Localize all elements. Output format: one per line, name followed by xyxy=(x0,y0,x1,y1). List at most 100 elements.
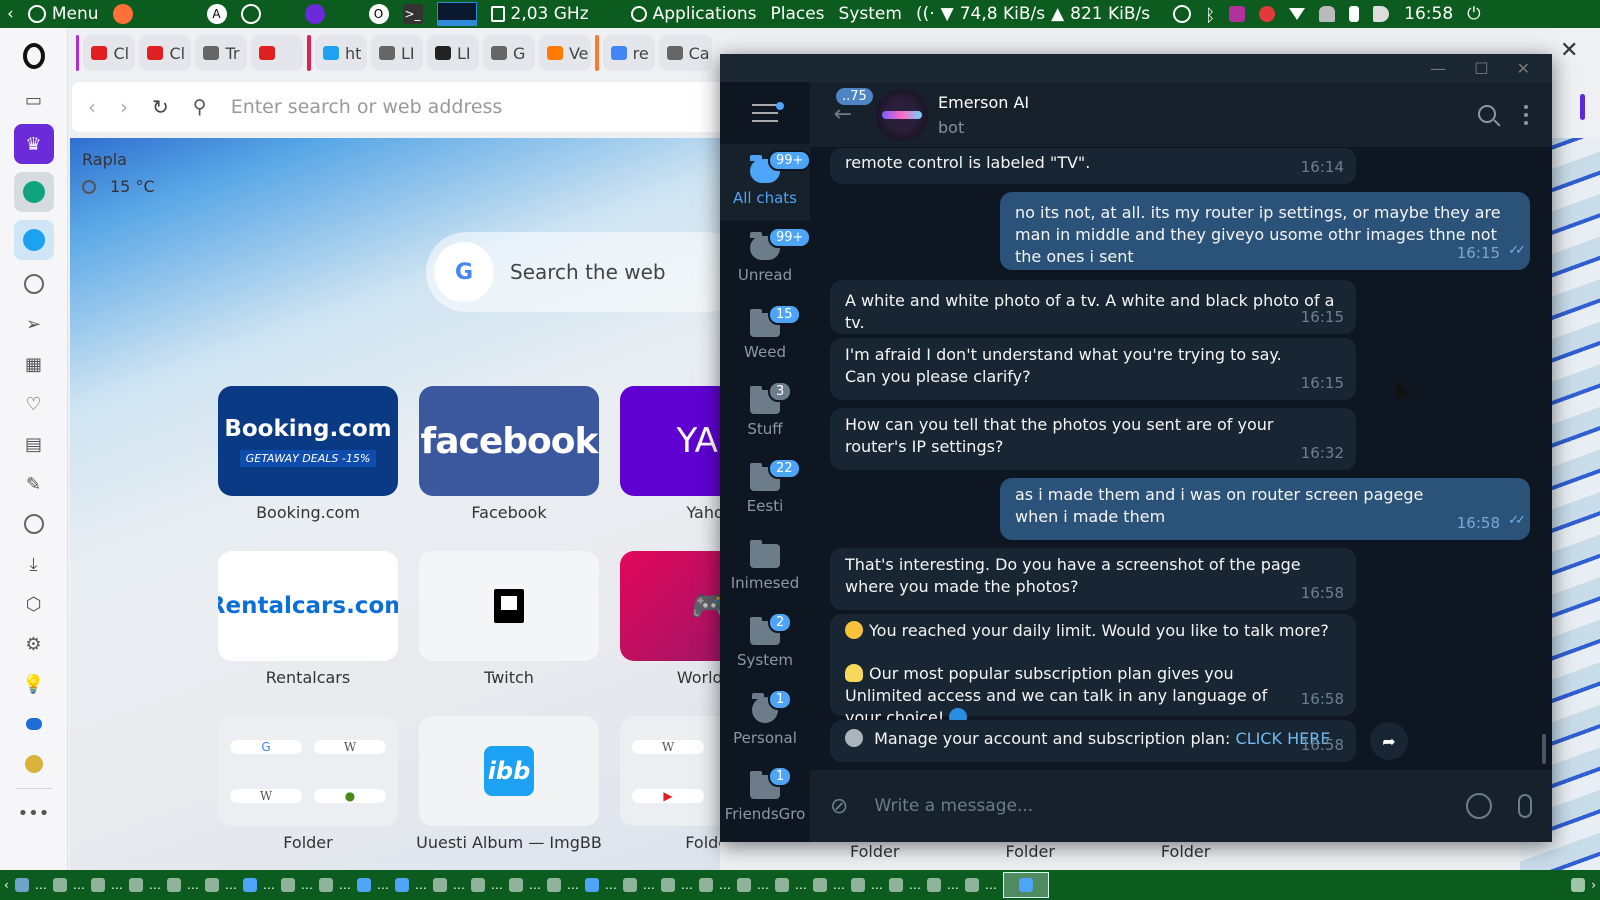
taskbar-window-icon[interactable] xyxy=(508,878,523,892)
tab[interactable]: G xyxy=(482,35,535,71)
tray-app-purple-icon[interactable] xyxy=(1229,6,1246,22)
back-to-chats-button[interactable]: ← ..75 xyxy=(810,82,876,148)
avatar[interactable] xyxy=(876,88,928,141)
taskbar-window-icon[interactable] xyxy=(128,878,143,892)
opera-ai-button[interactable]: ♛ xyxy=(13,124,54,164)
speed-dial-facebook[interactable]: facebook xyxy=(419,386,599,496)
taskbar-window-icon[interactable] xyxy=(736,878,751,892)
speed-dial-twitch[interactable] xyxy=(419,551,599,661)
taskbar-window-icon[interactable] xyxy=(850,878,865,892)
tab[interactable]: Ca xyxy=(658,35,713,71)
folder-all-chats[interactable]: 99+ All chats xyxy=(720,144,812,221)
xfce-power-icon[interactable] xyxy=(1173,5,1192,23)
trash-icon[interactable] xyxy=(1571,878,1586,892)
speed-dial-button[interactable]: ▦ xyxy=(14,348,54,380)
tab[interactable] xyxy=(251,35,304,71)
system-monitor-graph[interactable] xyxy=(430,2,484,26)
terminal-launcher[interactable]: >_ xyxy=(396,4,430,24)
incoming-message[interactable]: remote control is labeled "TV". 16:14 xyxy=(830,148,1356,184)
podcast-launcher[interactable] xyxy=(298,4,332,24)
search-icon[interactable] xyxy=(1478,104,1496,123)
taskbar-window-icon[interactable] xyxy=(432,878,447,892)
tab[interactable]: Ve xyxy=(538,35,592,71)
launcher-a[interactable]: A xyxy=(200,4,234,24)
outgoing-message[interactable]: no its not, at all. its my router ip set… xyxy=(1000,192,1530,270)
taskbar-scroll-right[interactable]: › xyxy=(1591,878,1596,892)
opera-logo-button[interactable] xyxy=(14,36,54,76)
speed-dial-world-of[interactable]: 🎮 xyxy=(620,551,720,661)
taskbar-window-icon[interactable] xyxy=(204,878,219,892)
message-input[interactable]: Write a message... xyxy=(874,796,1440,816)
taskbar-window-icon[interactable] xyxy=(546,878,561,892)
snapshot-button[interactable]: ✎ xyxy=(14,468,54,500)
menu-button[interactable]: Menu xyxy=(21,4,106,24)
twitter-button[interactable] xyxy=(13,220,54,260)
speed-dial-booking[interactable]: Booking.com GETAWAY DEALS -15% xyxy=(218,386,398,496)
browser-close-button[interactable]: ✕ xyxy=(1560,38,1578,63)
taskbar-window-icon[interactable] xyxy=(584,878,599,892)
microphone-icon[interactable] xyxy=(1518,794,1532,818)
more-options-icon[interactable] xyxy=(1524,104,1528,125)
outgoing-message[interactable]: as i made them and i was on router scree… xyxy=(1000,478,1530,540)
taskbar-window-icon[interactable] xyxy=(280,878,295,892)
taskbar-window-icon[interactable] xyxy=(52,878,67,892)
chatgpt-button[interactable] xyxy=(13,172,54,212)
send-button[interactable]: ➢ xyxy=(14,308,54,340)
settings-button[interactable]: ⚙ xyxy=(14,628,54,660)
speed-dial-label[interactable]: Folder xyxy=(850,842,899,861)
news-button[interactable]: ▤ xyxy=(14,428,54,460)
web-search-box[interactable]: G Search the web xyxy=(426,232,720,312)
folder-eesti[interactable]: 22 Eesti xyxy=(720,452,810,529)
sidebar-more-button[interactable]: ••• xyxy=(14,797,54,829)
chat-scrollbar[interactable] xyxy=(1542,734,1546,764)
clock[interactable]: 16:58 xyxy=(1397,4,1460,24)
taskbar-window-icon[interactable] xyxy=(812,878,827,892)
tab[interactable]: re xyxy=(602,35,655,71)
places-menu[interactable]: Places xyxy=(763,4,831,24)
taskbar-window-icon[interactable] xyxy=(470,878,485,892)
folder-system[interactable]: 2 System xyxy=(720,606,810,683)
taskbar-window-icon[interactable] xyxy=(90,878,105,892)
network-speed[interactable]: ((· ▼ 74,8 KiB/s ▲ 821 KiB/s xyxy=(909,4,1157,24)
tab[interactable]: Cl xyxy=(83,35,136,71)
paperclip-icon[interactable]: ⊘ xyxy=(830,794,848,819)
emoji-icon[interactable] xyxy=(1466,793,1492,819)
incoming-message[interactable]: How can you tell that the photos you sen… xyxy=(830,408,1356,470)
reload-button[interactable]: ↻ xyxy=(152,95,169,119)
minimize-button[interactable]: — xyxy=(1430,59,1446,78)
taskbar-window-icon[interactable] xyxy=(622,878,637,892)
close-button[interactable]: ✕ xyxy=(1517,59,1530,78)
opera-launcher[interactable]: O xyxy=(362,4,396,24)
taskbar-window-icon[interactable] xyxy=(166,878,181,892)
folder-friends-group[interactable]: 1 FriendsGro xyxy=(720,760,810,837)
forward-button[interactable]: › xyxy=(120,95,128,119)
speed-dial-yahoo[interactable]: YAH xyxy=(620,386,720,496)
notifications-bell-icon[interactable] xyxy=(1319,6,1336,22)
tab[interactable]: ht xyxy=(314,35,367,71)
tray-app-red-icon[interactable] xyxy=(1259,6,1276,22)
folder-weed[interactable]: 15 Weed xyxy=(720,298,810,375)
tab[interactable]: LI xyxy=(426,35,479,71)
system-menu[interactable]: System xyxy=(832,4,909,24)
speed-dial-rentalcars[interactable]: Rentalcars.com xyxy=(218,551,398,661)
taskbar-window-icon[interactable] xyxy=(888,878,903,892)
panel-back-arrow[interactable]: ‹ xyxy=(0,4,21,24)
speed-dial-label[interactable]: Folder xyxy=(1161,842,1210,861)
sidebar-toggle[interactable] xyxy=(1580,94,1585,120)
tips-button[interactable]: 💡 xyxy=(14,668,54,700)
tab[interactable]: LI xyxy=(370,35,423,71)
main-menu-button[interactable] xyxy=(720,82,810,144)
taskbar-window-icon[interactable] xyxy=(926,878,941,892)
back-button[interactable]: ‹ xyxy=(88,95,96,119)
battery-icon[interactable] xyxy=(1349,6,1360,22)
taskbar-window-icon[interactable] xyxy=(774,878,789,892)
volume-icon[interactable] xyxy=(1373,6,1390,22)
taskbar-window-icon[interactable] xyxy=(964,878,979,892)
tab[interactable]: Tr xyxy=(195,35,248,71)
messenger-button[interactable] xyxy=(14,708,54,740)
taskbar-window-icon[interactable] xyxy=(318,878,333,892)
bluetooth-icon[interactable]: ᛒ xyxy=(1205,6,1215,26)
reading-list-button[interactable]: ▭ xyxy=(14,84,54,116)
incoming-message[interactable]: That's interesting. Do you have a screen… xyxy=(830,548,1356,610)
speed-dial-folder[interactable]: G W W ● xyxy=(218,716,398,826)
